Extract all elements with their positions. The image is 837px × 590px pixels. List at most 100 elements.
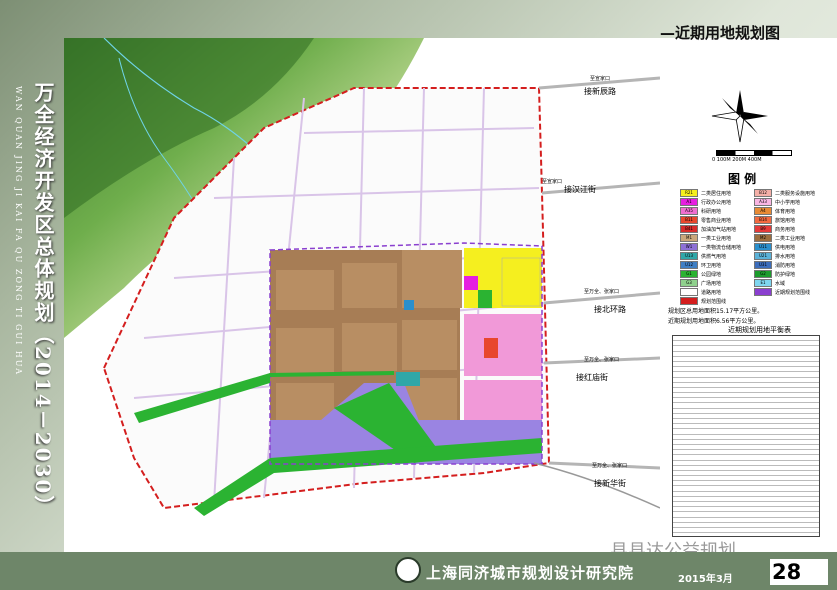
legend-swatch: M1 — [680, 234, 698, 242]
legend-label: 近期规划范围线 — [775, 289, 811, 296]
legend-item: G2 防护绿地 — [754, 270, 795, 278]
legend-label: 公园绿地 — [701, 271, 722, 278]
north-arrow-icon — [711, 90, 768, 143]
legend-label: 一类工业用地 — [701, 235, 732, 242]
legend-swatch: U11 — [754, 243, 772, 251]
legend-label: 科研用地 — [701, 208, 722, 215]
legend-item: A1 行政办公用地 — [680, 198, 731, 206]
legend-label: 规划范围线 — [701, 298, 727, 305]
legend-swatch: B12 — [754, 189, 772, 197]
note-total: 规划区总用地面积15.17平方公里。 — [668, 308, 764, 315]
legend-label: 防护绿地 — [775, 271, 796, 278]
legend-label: 加油加气站用地 — [701, 226, 737, 233]
legend-item: 近期规划范围线 — [754, 288, 810, 296]
legend-label: 供电用地 — [775, 244, 796, 251]
legend-item: E1 水域 — [754, 279, 785, 287]
title-pinyin: WAN QUAN JING JI KAI FA QU ZONG TI GUI H… — [14, 86, 23, 377]
scale-labels: 0 100M 200M 400M — [712, 157, 762, 163]
legend-item: G3 广场用地 — [680, 279, 721, 287]
legend-swatch: M2 — [754, 234, 772, 242]
legend-label: 二类工业用地 — [775, 235, 806, 242]
date-label: 2015年3月 — [678, 574, 733, 585]
legend-swatch: B41 — [680, 225, 698, 233]
legend-item: U31 消防用地 — [754, 261, 795, 269]
legend-label: 体育用地 — [775, 208, 796, 215]
legend-swatch: U13 — [680, 252, 698, 260]
page-number: 28 — [772, 560, 802, 584]
legend-label: 环卫用地 — [701, 262, 722, 269]
legend-item: W1 一类物流仓储用地 — [680, 243, 741, 251]
area-notes: 规划区总用地面积15.17平方公里。 近期规划用地面积6.56平方公里。 — [668, 307, 763, 327]
legend-swatch: A4 — [754, 207, 772, 215]
road-note-4: 至万全、张家口 — [584, 357, 620, 363]
scale-bar — [716, 150, 792, 156]
legend-swatch: B9 — [754, 225, 772, 233]
legend-item: U11 供电用地 — [754, 243, 795, 251]
legend-label: 中小学用地 — [775, 199, 801, 206]
road-label-5: 接新华街 — [594, 479, 626, 488]
legend-swatch: A1 — [680, 198, 698, 206]
legend-swatch: G3 — [680, 279, 698, 287]
legend-swatch: G1 — [680, 270, 698, 278]
road-note-2: 至宣家口 — [542, 179, 563, 185]
legend-swatch — [680, 297, 698, 305]
legend-swatch: E1 — [754, 279, 772, 287]
legend-swatch — [754, 288, 772, 296]
road-label-2: 接汉江街 — [564, 185, 596, 194]
legend-item: 道路用地 — [680, 288, 721, 296]
legend-label: 道路用地 — [701, 289, 722, 296]
legend-item: B14 旅馆用地 — [754, 216, 795, 224]
legend-swatch: B14 — [754, 216, 772, 224]
legend-item: B11 零售商业用地 — [680, 216, 731, 224]
road-note-1: 至宣家口 — [590, 76, 611, 82]
legend-swatch: W1 — [680, 243, 698, 251]
legend-swatch — [680, 288, 698, 296]
legend-item: 规划范围线 — [680, 297, 726, 305]
legend-item: B9 商务用地 — [754, 225, 795, 233]
road-label-3: 接北环路 — [594, 305, 626, 314]
legend-label: 商务用地 — [775, 226, 796, 233]
legend-title: 图 例 — [728, 172, 757, 186]
page-title: 万全经济开发区总体规划（2014－2030） — [30, 82, 58, 517]
road-note-3: 至万全、张家口 — [584, 289, 620, 295]
legend-item: A35 科研用地 — [680, 207, 721, 215]
legend-label: 一类物流仓储用地 — [701, 244, 742, 251]
legend-item: R21 二类居住用地 — [680, 189, 731, 197]
road-note-5: 至万全、张家口 — [592, 463, 628, 469]
legend-label: 二类服务设施用地 — [775, 190, 816, 197]
legend-item: A33 中小学用地 — [754, 198, 800, 206]
legend-label: 供燃气用地 — [701, 253, 727, 260]
legend-item: U12 环卫用地 — [680, 261, 721, 269]
legend-swatch: B11 — [680, 216, 698, 224]
legend-swatch: U21 — [754, 252, 772, 260]
title-main: 万全经济开发区总体规划 — [31, 82, 55, 324]
legend-label: 行政办公用地 — [701, 199, 732, 206]
land-balance-table — [672, 335, 820, 537]
road-label-1: 接新辰路 — [584, 87, 616, 96]
legend-swatch: G2 — [754, 270, 772, 278]
legend-label: 二类居住用地 — [701, 190, 732, 197]
legend-swatch: A35 — [680, 207, 698, 215]
map-canvas — [64, 38, 660, 516]
legend-label: 广场用地 — [701, 280, 722, 287]
legend-label: 零售商业用地 — [701, 217, 732, 224]
legend-swatch: U12 — [680, 261, 698, 269]
institute-name: 上海同济城市规划设计研究院 — [426, 564, 635, 582]
road-label-4: 接红庙街 — [576, 373, 608, 382]
legend-swatch: R21 — [680, 189, 698, 197]
map-title: —近期用地规划图 — [660, 24, 781, 42]
legend-swatch: U31 — [754, 261, 772, 269]
legend-label: 旅馆用地 — [775, 217, 796, 224]
legend-item: B41 加油加气站用地 — [680, 225, 736, 233]
legend-item: M2 二类工业用地 — [754, 234, 805, 242]
legend-label: 排水用地 — [775, 253, 796, 260]
institute-logo-icon — [395, 557, 421, 583]
title-years: （2014－2030） — [31, 324, 55, 518]
legend-label: 水域 — [775, 280, 786, 287]
legend-item: B12 二类服务设施用地 — [754, 189, 815, 197]
legend-item: U13 供燃气用地 — [680, 252, 726, 260]
table-row — [673, 528, 819, 534]
land-use-map[interactable]: 至宣家口 接新辰路 至宣家口 接汉江街 至万全、张家口 接北环路 至万全、张家口… — [64, 38, 660, 552]
legend-item: G1 公园绿地 — [680, 270, 721, 278]
legend-item: M1 一类工业用地 — [680, 234, 731, 242]
